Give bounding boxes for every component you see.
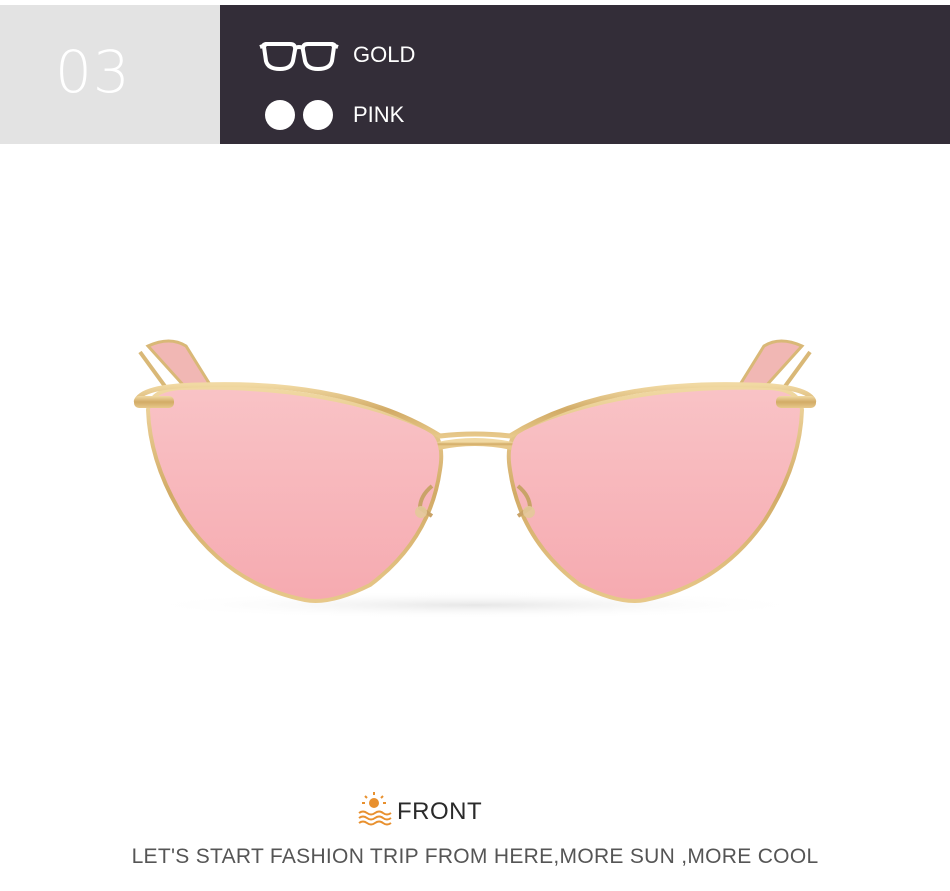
cat-eye-sunglasses-photo [133, 339, 817, 619]
frame-color-label: GOLD [353, 42, 416, 67]
lens-color-row: PINK [258, 97, 404, 133]
glasses-outline-icon [258, 37, 340, 73]
lens-dots-icon [258, 97, 340, 133]
caption-title: FRONT [355, 791, 483, 834]
header-banner: 03 GOLD PINK [0, 5, 950, 144]
number-panel: 03 [0, 5, 220, 144]
item-number: 03 [55, 38, 131, 106]
view-title: FRONT [397, 798, 483, 825]
product-photo [0, 144, 950, 784]
lens-color-label: PINK [353, 102, 405, 127]
frame-color-row: GOLD [258, 37, 415, 73]
info-panel: GOLD PINK [220, 5, 950, 144]
tagline: LET'S START FASHION TRIP FROM HERE,MORE … [131, 845, 819, 868]
sun-over-waves-icon [355, 791, 393, 834]
